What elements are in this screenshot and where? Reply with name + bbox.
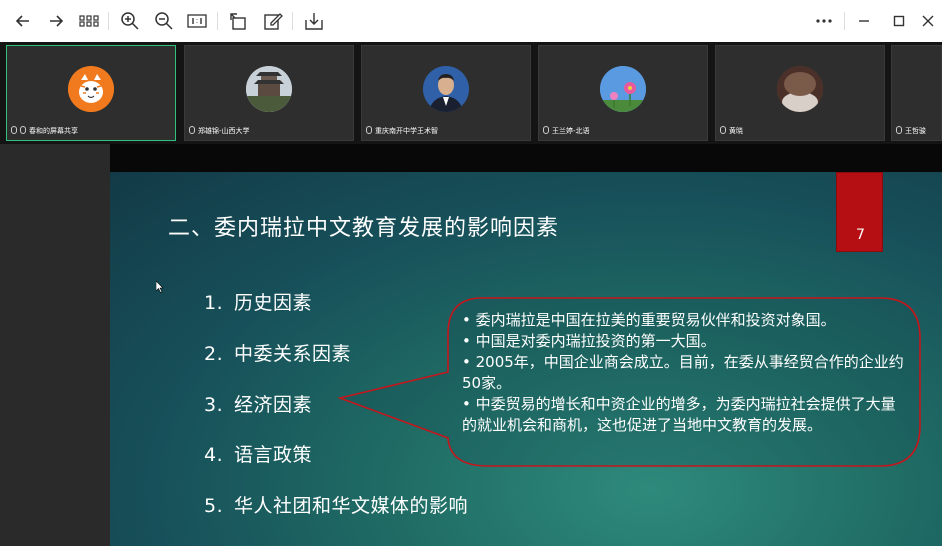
mic-icon bbox=[543, 126, 549, 134]
toolbar-separator bbox=[217, 12, 218, 30]
mouse-cursor-icon bbox=[155, 278, 164, 297]
building-photo-icon bbox=[246, 66, 292, 112]
callout-bullet: • 中国是对委内瑞拉投资的第一大国。 bbox=[462, 332, 716, 350]
edit-icon[interactable] bbox=[262, 10, 284, 32]
more-icon[interactable] bbox=[813, 10, 835, 32]
participant-name: 郑雄锦-山西大学 bbox=[189, 125, 250, 137]
back-arrow-icon[interactable] bbox=[12, 10, 34, 32]
participant-tile[interactable]: 王兰婷-北语 bbox=[538, 45, 708, 141]
close-icon[interactable] bbox=[917, 10, 939, 32]
tiger-icon bbox=[68, 66, 114, 112]
viewer-toolbar bbox=[0, 0, 942, 43]
toolbar-separator bbox=[292, 12, 293, 30]
participant-name: 重庆南开中学王术智 bbox=[366, 125, 438, 137]
presentation-slide: 二、委内瑞拉中文教育发展的影响因素 7 1. 历史因素 2. 中委关系因素 3. 经济… bbox=[110, 172, 942, 546]
participant-tile[interactable]: 王哲骏 bbox=[891, 45, 942, 141]
shared-screen-stage: 二、委内瑞拉中文教育发展的影响因素 7 1. 历史因素 2. 中委关系因素 3. 经济… bbox=[0, 144, 942, 546]
participant-tile[interactable]: 春和的屏幕共享 bbox=[6, 45, 176, 141]
callout-bullet: • 中委贸易的增长和中资企业的增多，为委内瑞拉社会提供了大量的就业机会和商机，这… bbox=[462, 395, 896, 434]
grid-icon[interactable] bbox=[78, 10, 100, 32]
participant-strip: 春和的屏幕共享 郑雄锦-山西大学 重庆南开中学王术智 王兰婷-北语 黄晓 王哲骏 bbox=[0, 42, 942, 144]
participant-tile[interactable]: 郑雄锦-山西大学 bbox=[184, 45, 354, 141]
participant-name: 黄晓 bbox=[720, 125, 743, 137]
toolbar-separator bbox=[108, 12, 109, 30]
left-panel bbox=[0, 144, 110, 546]
mic-icon bbox=[720, 126, 726, 134]
zoom-out-icon[interactable] bbox=[153, 10, 175, 32]
callout-text: • 委内瑞拉是中国在拉美的重要贸易伙伴和投资对象国。 • 中国是对委内瑞拉投资的… bbox=[462, 310, 908, 436]
callout-bullet: • 委内瑞拉是中国在拉美的重要贸易伙伴和投资对象国。 bbox=[462, 311, 836, 329]
mic-icon bbox=[20, 126, 26, 134]
actual-size-icon[interactable] bbox=[186, 10, 208, 32]
participant-name: 春和的屏幕共享 bbox=[11, 125, 78, 137]
toolbar-separator bbox=[844, 12, 845, 30]
participant-name: 王哲骏 bbox=[896, 125, 926, 137]
rotate-icon[interactable] bbox=[228, 10, 250, 32]
screen-share-icon bbox=[11, 126, 17, 134]
flower-photo-icon bbox=[600, 66, 646, 112]
download-icon[interactable] bbox=[303, 10, 325, 32]
slide-top-bar bbox=[110, 144, 942, 172]
mic-icon bbox=[896, 126, 902, 134]
zoom-in-icon[interactable] bbox=[119, 10, 141, 32]
dark-photo-icon bbox=[777, 66, 823, 112]
participant-tile[interactable]: 黄晓 bbox=[715, 45, 885, 141]
participant-name: 王兰婷-北语 bbox=[543, 125, 590, 137]
mic-icon bbox=[189, 126, 195, 134]
man-suit-photo-icon bbox=[423, 66, 469, 112]
maximize-icon[interactable] bbox=[888, 10, 910, 32]
mic-icon bbox=[366, 126, 372, 134]
forward-arrow-icon[interactable] bbox=[45, 10, 67, 32]
callout-bullet: • 2005年，中国企业商会成立。目前，在委从事经贸合作的企业约50家。 bbox=[462, 353, 904, 392]
minimize-icon[interactable] bbox=[853, 10, 875, 32]
participant-tile[interactable]: 重庆南开中学王术智 bbox=[361, 45, 531, 141]
